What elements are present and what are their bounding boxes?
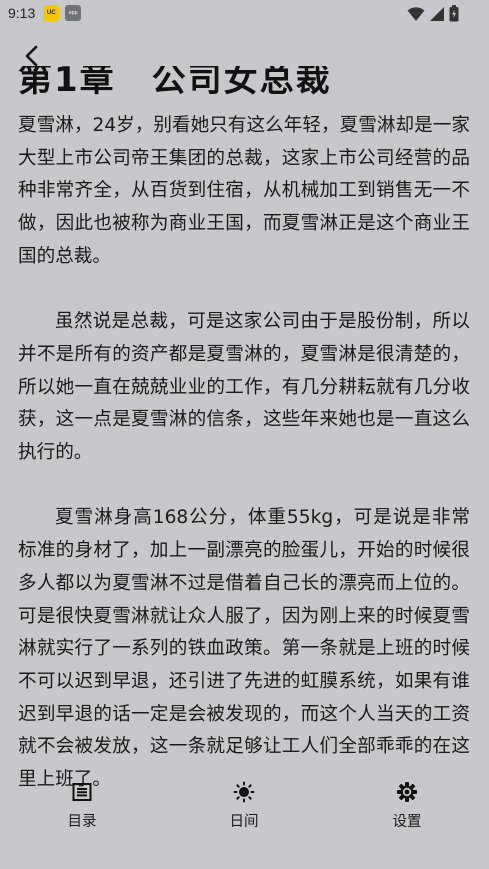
bottom-nav: 目录 日间 设置 <box>0 780 489 840</box>
nav-label-catalog: 目录 <box>67 814 97 830</box>
gear-icon <box>395 780 419 804</box>
signal-icon <box>429 6 445 26</box>
nav-label-day-mode: 日间 <box>229 814 259 830</box>
status-indicators <box>407 5 459 26</box>
paragraph: 夏雪淋身高168公分，体重55kg，可是说是非常标准的身材了，加上一副漂亮的脸蛋… <box>18 507 470 791</box>
battery-icon <box>449 5 459 26</box>
sun-icon <box>232 780 256 804</box>
status-time: 9:13 <box>8 5 36 21</box>
reader-content[interactable]: 夏雪淋，24岁，别看她只有这么年轻，夏雪淋却是一家大型上市公司帝王集团的总裁，这… <box>18 110 470 829</box>
wifi-icon <box>407 6 425 26</box>
status-bar: 9:13 UC app <box>0 0 489 26</box>
notification-app-icon: app <box>65 5 82 21</box>
notification-app-icon-label: app <box>68 10 78 16</box>
nav-item-settings[interactable]: 设置 <box>367 780 447 831</box>
nav-item-catalog[interactable]: 目录 <box>42 780 122 831</box>
paragraph: 夏雪淋，24岁，别看她只有这么年轻，夏雪淋却是一家大型上市公司帝王集团的总裁，这… <box>18 115 470 267</box>
table-of-contents-icon <box>70 780 94 804</box>
paragraph: 虽然说是总裁，可是这家公司由于是股份制，所以并不是所有的资产都是夏雪淋的，夏雪淋… <box>18 311 470 464</box>
nav-label-settings: 设置 <box>392 814 422 830</box>
uc-browser-icon-label: UC <box>46 10 56 16</box>
nav-item-day-mode[interactable]: 日间 <box>204 780 284 831</box>
chapter-title-text: 第1章 公司女总裁 <box>18 66 332 100</box>
uc-browser-icon: UC <box>43 5 60 21</box>
chapter-title: 第1章 公司女总裁 <box>18 66 418 100</box>
